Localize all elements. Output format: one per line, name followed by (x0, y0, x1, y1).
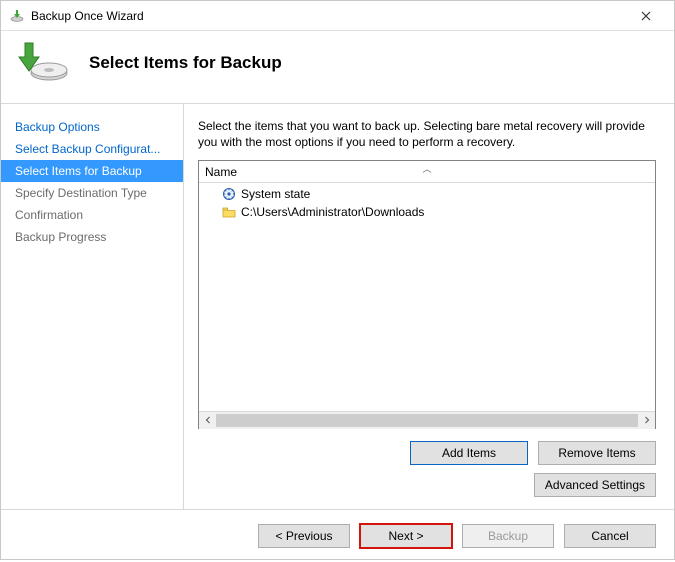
page-title: Select Items for Backup (89, 53, 282, 73)
list-item[interactable]: System state (199, 185, 655, 203)
list-rows: System state C:\Users\Administrator\Down… (199, 183, 655, 411)
add-items-button[interactable]: Add Items (410, 441, 528, 465)
folder-icon (221, 204, 237, 220)
scroll-left-icon[interactable] (199, 412, 216, 429)
steps-sidebar: Backup Options Select Backup Configurat.… (1, 104, 184, 509)
step-select-backup-configuration[interactable]: Select Backup Configurat... (1, 138, 183, 160)
scroll-right-icon[interactable] (638, 412, 655, 429)
scroll-track[interactable] (216, 412, 638, 429)
app-icon (9, 8, 25, 24)
advanced-row: Advanced Settings (198, 473, 656, 497)
system-state-icon (221, 186, 237, 202)
remove-items-button[interactable]: Remove Items (538, 441, 656, 465)
close-button[interactable] (626, 2, 666, 30)
backup-button: Backup (462, 524, 554, 548)
next-button[interactable]: Next > (360, 524, 452, 548)
item-buttons-row: Add Items Remove Items (198, 441, 656, 465)
wizard-icon (15, 39, 71, 87)
step-select-items-for-backup[interactable]: Select Items for Backup (1, 160, 183, 182)
wizard-body: Backup Options Select Backup Configurat.… (1, 104, 674, 509)
step-specify-destination-type: Specify Destination Type (1, 182, 183, 204)
items-listbox[interactable]: Name ︿ System state (198, 160, 656, 429)
scroll-thumb[interactable] (216, 414, 638, 427)
main-panel: Select the items that you want to back u… (184, 104, 674, 509)
title-bar: Backup Once Wizard (1, 1, 674, 31)
column-header-label: Name (205, 165, 237, 179)
step-confirmation: Confirmation (1, 204, 183, 226)
list-item-label: System state (241, 187, 310, 201)
cancel-button[interactable]: Cancel (564, 524, 656, 548)
sort-indicator-icon: ︿ (422, 162, 431, 175)
advanced-settings-button[interactable]: Advanced Settings (534, 473, 656, 497)
window-title: Backup Once Wizard (31, 9, 626, 23)
previous-button[interactable]: < Previous (258, 524, 350, 548)
list-item-label: C:\Users\Administrator\Downloads (241, 205, 424, 219)
step-backup-progress: Backup Progress (1, 226, 183, 248)
column-header-name[interactable]: Name ︿ (199, 161, 655, 183)
list-item[interactable]: C:\Users\Administrator\Downloads (199, 203, 655, 221)
wizard-header: Select Items for Backup (1, 31, 674, 104)
step-backup-options[interactable]: Backup Options (1, 116, 183, 138)
instructions-text: Select the items that you want to back u… (198, 118, 656, 150)
horizontal-scrollbar[interactable] (199, 411, 655, 428)
wizard-footer: < Previous Next > Backup Cancel (1, 509, 674, 562)
